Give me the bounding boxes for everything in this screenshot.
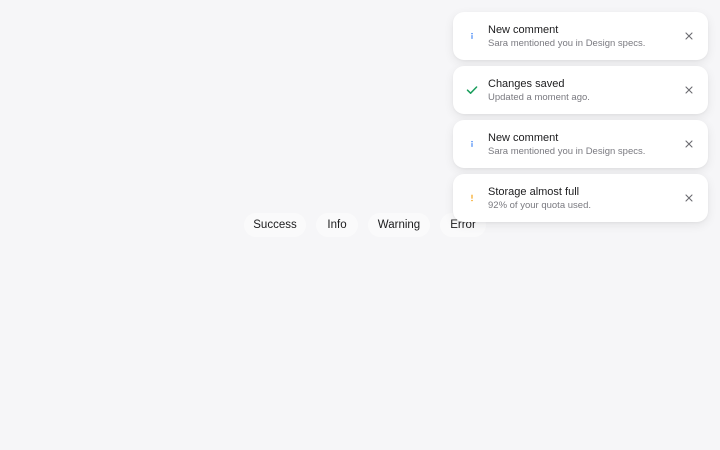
toast-title: Storage almost full <box>488 186 580 198</box>
toast-title: Changes saved <box>488 78 565 90</box>
toast-content: New comment Sara mentioned you in Design… <box>488 23 672 50</box>
toast-info: New comment Sara mentioned you in Design… <box>453 120 708 168</box>
toast-description: 92% of your quota used. <box>488 200 591 211</box>
toast-description: Sara mentioned you in Design specs. <box>488 146 646 157</box>
exclamation-icon <box>465 191 479 205</box>
close-button[interactable] <box>684 193 694 203</box>
toast-warning: Storage almost full 92% of your quota us… <box>453 174 708 222</box>
close-button[interactable] <box>684 139 694 149</box>
toast-trigger-buttons: Success Info Warning Error <box>244 213 486 237</box>
warning-button[interactable]: Warning <box>368 213 430 237</box>
close-icon <box>685 86 693 94</box>
info-button[interactable]: Info <box>316 213 358 237</box>
toast-title: New comment <box>488 24 559 36</box>
close-button[interactable] <box>684 31 694 41</box>
toast-stack: New comment Sara mentioned you in Design… <box>453 12 708 222</box>
toast-description: Sara mentioned you in Design specs. <box>488 38 646 49</box>
close-icon <box>685 32 693 40</box>
page: Success Info Warning Error New comment S… <box>0 0 720 450</box>
toast-content: New comment Sara mentioned you in Design… <box>488 131 672 158</box>
close-icon <box>685 140 693 148</box>
toast-success: Changes saved Updated a moment ago. <box>453 66 708 114</box>
close-icon <box>685 194 693 202</box>
close-button[interactable] <box>684 85 694 95</box>
toast-content: Changes saved Updated a moment ago. <box>488 77 672 104</box>
info-icon <box>465 137 479 151</box>
check-icon <box>465 83 479 97</box>
toast-description: Updated a moment ago. <box>488 92 590 103</box>
info-icon <box>465 29 479 43</box>
success-button[interactable]: Success <box>244 213 306 237</box>
toast-info: New comment Sara mentioned you in Design… <box>453 12 708 60</box>
toast-title: New comment <box>488 132 559 144</box>
toast-content: Storage almost full 92% of your quota us… <box>488 185 672 212</box>
